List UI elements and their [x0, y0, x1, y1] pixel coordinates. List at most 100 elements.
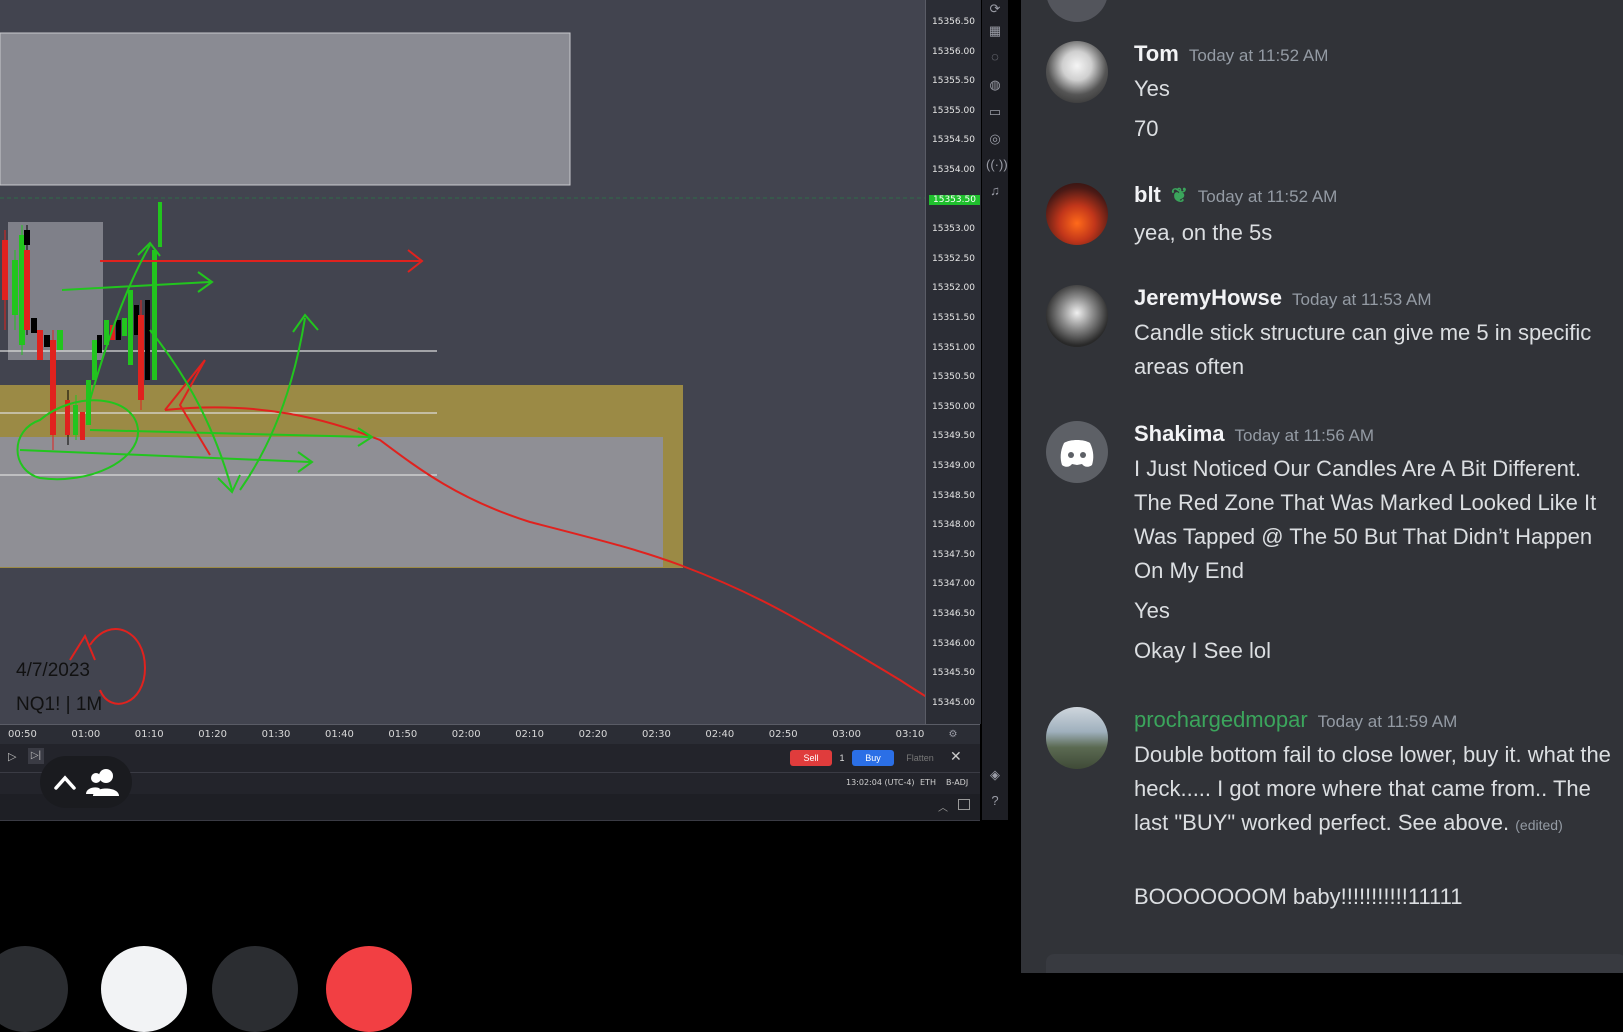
price-tick-label: 15347.50 — [932, 549, 975, 560]
message-line: Okay I See lol — [1134, 638, 1271, 663]
clock-label: 13:02:04 (UTC-4) — [846, 778, 915, 787]
chevron-up-icon[interactable] — [54, 775, 76, 790]
discord-logo-icon — [1060, 440, 1094, 467]
quantity-field[interactable]: 1 — [836, 750, 848, 766]
screen-share-stream: 4/7/2023 NQ1! | 1M 15356.50 15356.00 15355… — [0, 0, 1008, 1032]
demand-zone-inner — [0, 437, 663, 567]
price-tick-label: 15345.50 — [932, 668, 975, 679]
flatten-button[interactable]: Flatten — [900, 750, 940, 766]
username[interactable]: blt — [1134, 182, 1161, 207]
chart-bottom-strip: ︿ — [0, 794, 980, 821]
message-input[interactable] — [1046, 954, 1623, 973]
message-line: BOOOOOOOM baby!!!!!!!!!!!11111 — [1134, 884, 1463, 909]
adjustment-toggle[interactable]: B-ADJ — [946, 778, 968, 787]
message-line: Yes — [1134, 76, 1170, 101]
price-tick-label: 15351.00 — [932, 342, 975, 353]
screen-share-button[interactable] — [101, 946, 187, 1032]
price-tick-label: 15346.00 — [932, 638, 975, 649]
edited-label: (edited) — [1515, 817, 1563, 833]
message-line: Candle stick structure can give me 5 in … — [1134, 320, 1592, 379]
avatar[interactable] — [1046, 707, 1108, 769]
time-tick-label: 02:50 — [768, 729, 798, 740]
buy-button[interactable]: Buy — [852, 750, 894, 766]
username[interactable]: Shakima — [1134, 421, 1225, 446]
time-tick-label: 01:10 — [134, 729, 164, 740]
price-tick-label: 15353.00 — [932, 224, 975, 235]
message-line: I Just Noticed Our Candles Are A Bit Dif… — [1134, 456, 1597, 583]
broadcast-icon[interactable]: ((·)) — [986, 156, 1008, 174]
price-tick-label: 15347.00 — [932, 579, 975, 590]
close-icon[interactable]: ✕ — [950, 748, 962, 765]
session-toggle[interactable]: ETH — [920, 778, 936, 787]
time-tick-label: 01:40 — [325, 729, 354, 740]
timestamp: Today at 11:52 AM — [1188, 46, 1329, 65]
settings-gear-icon[interactable]: ⚙ — [944, 726, 962, 744]
supply-zone — [0, 32, 571, 186]
message-line: yea, on the 5s — [1134, 220, 1273, 245]
price-tick-label: 15345.00 — [932, 697, 975, 708]
bell-icon[interactable]: ♫ — [986, 182, 1004, 200]
chart-symbol-label: NQ1! | 1M — [16, 694, 103, 715]
help-icon[interactable]: ? — [986, 792, 1004, 810]
price-tick-label: 15350.00 — [932, 401, 975, 412]
time-tick-label: 02:10 — [515, 729, 545, 740]
timestamp: Today at 11:53 AM — [1291, 290, 1432, 309]
price-tick-label: 15350.50 — [932, 372, 975, 383]
play-icon[interactable]: ▷ — [8, 750, 16, 763]
chart-right-toolbar: ⟳ ▦ ◌ ◍ ▭ ◎ ((·)) ♫ ◈ ? — [982, 0, 1008, 820]
time-tick-label: 03:00 — [832, 729, 862, 740]
sell-button[interactable]: Sell — [790, 750, 832, 766]
price-chart[interactable]: 4/7/2023 NQ1! | 1M — [0, 0, 925, 724]
chevron-up-icon[interactable]: ︿ — [938, 799, 948, 814]
price-scale[interactable]: 15356.50 15356.00 15355.50 15355.00 15354.50… — [925, 0, 981, 724]
price-tick-label: 15348.50 — [932, 490, 975, 501]
disconnect-button[interactable] — [326, 946, 412, 1032]
chart-canvas — [0, 32, 925, 705]
username[interactable]: JeremyHowse — [1134, 285, 1282, 310]
message-line: 70 — [1134, 116, 1159, 141]
time-tick-label: 02:40 — [705, 729, 735, 740]
avatar[interactable] — [1046, 421, 1108, 483]
price-tick-label: 15351.50 — [932, 313, 975, 323]
chat-bubbles-icon[interactable]: ◍ — [986, 76, 1004, 94]
avatar[interactable] — [1046, 285, 1108, 347]
price-tick-label: 15354.00 — [932, 165, 975, 175]
camera-button[interactable] — [0, 946, 68, 1032]
time-tick-label: 01:50 — [388, 729, 418, 740]
time-tick-label: 01:20 — [198, 729, 228, 740]
username[interactable]: prochargedmopar — [1134, 707, 1308, 732]
message-line: Yes — [1134, 598, 1170, 623]
maximize-icon[interactable] — [958, 799, 970, 810]
chart-watermark: 4/7/2023 NQ1! | 1M — [16, 654, 102, 722]
refresh-icon[interactable]: ⟳ — [986, 0, 1004, 18]
time-tick-label: 00:50 — [8, 729, 37, 740]
time-tick-label: 01:30 — [261, 729, 291, 740]
time-axis[interactable]: 03:10 03:00 02:50 02:40 02:30 02:20 02:10 02:00… — [0, 724, 980, 745]
leaf-badge-icon[interactable]: ❦ — [1171, 185, 1188, 207]
chat-panel: Tom Today at 11:52 AM Yes 70 blt ❦ Today a… — [1021, 0, 1623, 973]
price-tick-label: 15356.50 — [932, 17, 975, 27]
price-tick-label: 15352.50 — [932, 253, 975, 264]
layers-icon[interactable]: ◈ — [986, 766, 1004, 784]
price-tick-label: 15349.00 — [932, 461, 975, 471]
time-tick-label: 02:00 — [451, 729, 481, 740]
avatar[interactable] — [1046, 0, 1108, 22]
comment-icon[interactable]: ▭ — [986, 103, 1004, 121]
price-tick-label: 15346.50 — [932, 609, 975, 619]
time-tick-label: 03:10 — [895, 729, 925, 740]
activity-button[interactable] — [212, 946, 298, 1032]
price-tick-label: 15354.50 — [932, 135, 975, 146]
price-tick-label: 15348.00 — [932, 520, 975, 531]
time-tick-label: 02:30 — [642, 729, 671, 740]
people-icon[interactable] — [86, 769, 119, 796]
price-tick-label: 15355.50 — [932, 76, 975, 87]
time-tick-label: 02:20 — [578, 729, 608, 740]
avatar[interactable] — [1046, 183, 1108, 245]
price-tick-label: 15353.50 — [929, 194, 980, 205]
idea-stream-icon[interactable]: ◎ — [986, 130, 1004, 148]
lightbulb-icon[interactable]: ◌ — [986, 48, 1004, 66]
username[interactable]: Tom — [1134, 41, 1179, 66]
price-tick-label: 15352.00 — [932, 283, 975, 294]
avatar[interactable] — [1046, 41, 1108, 103]
calendar-icon[interactable]: ▦ — [986, 22, 1004, 40]
